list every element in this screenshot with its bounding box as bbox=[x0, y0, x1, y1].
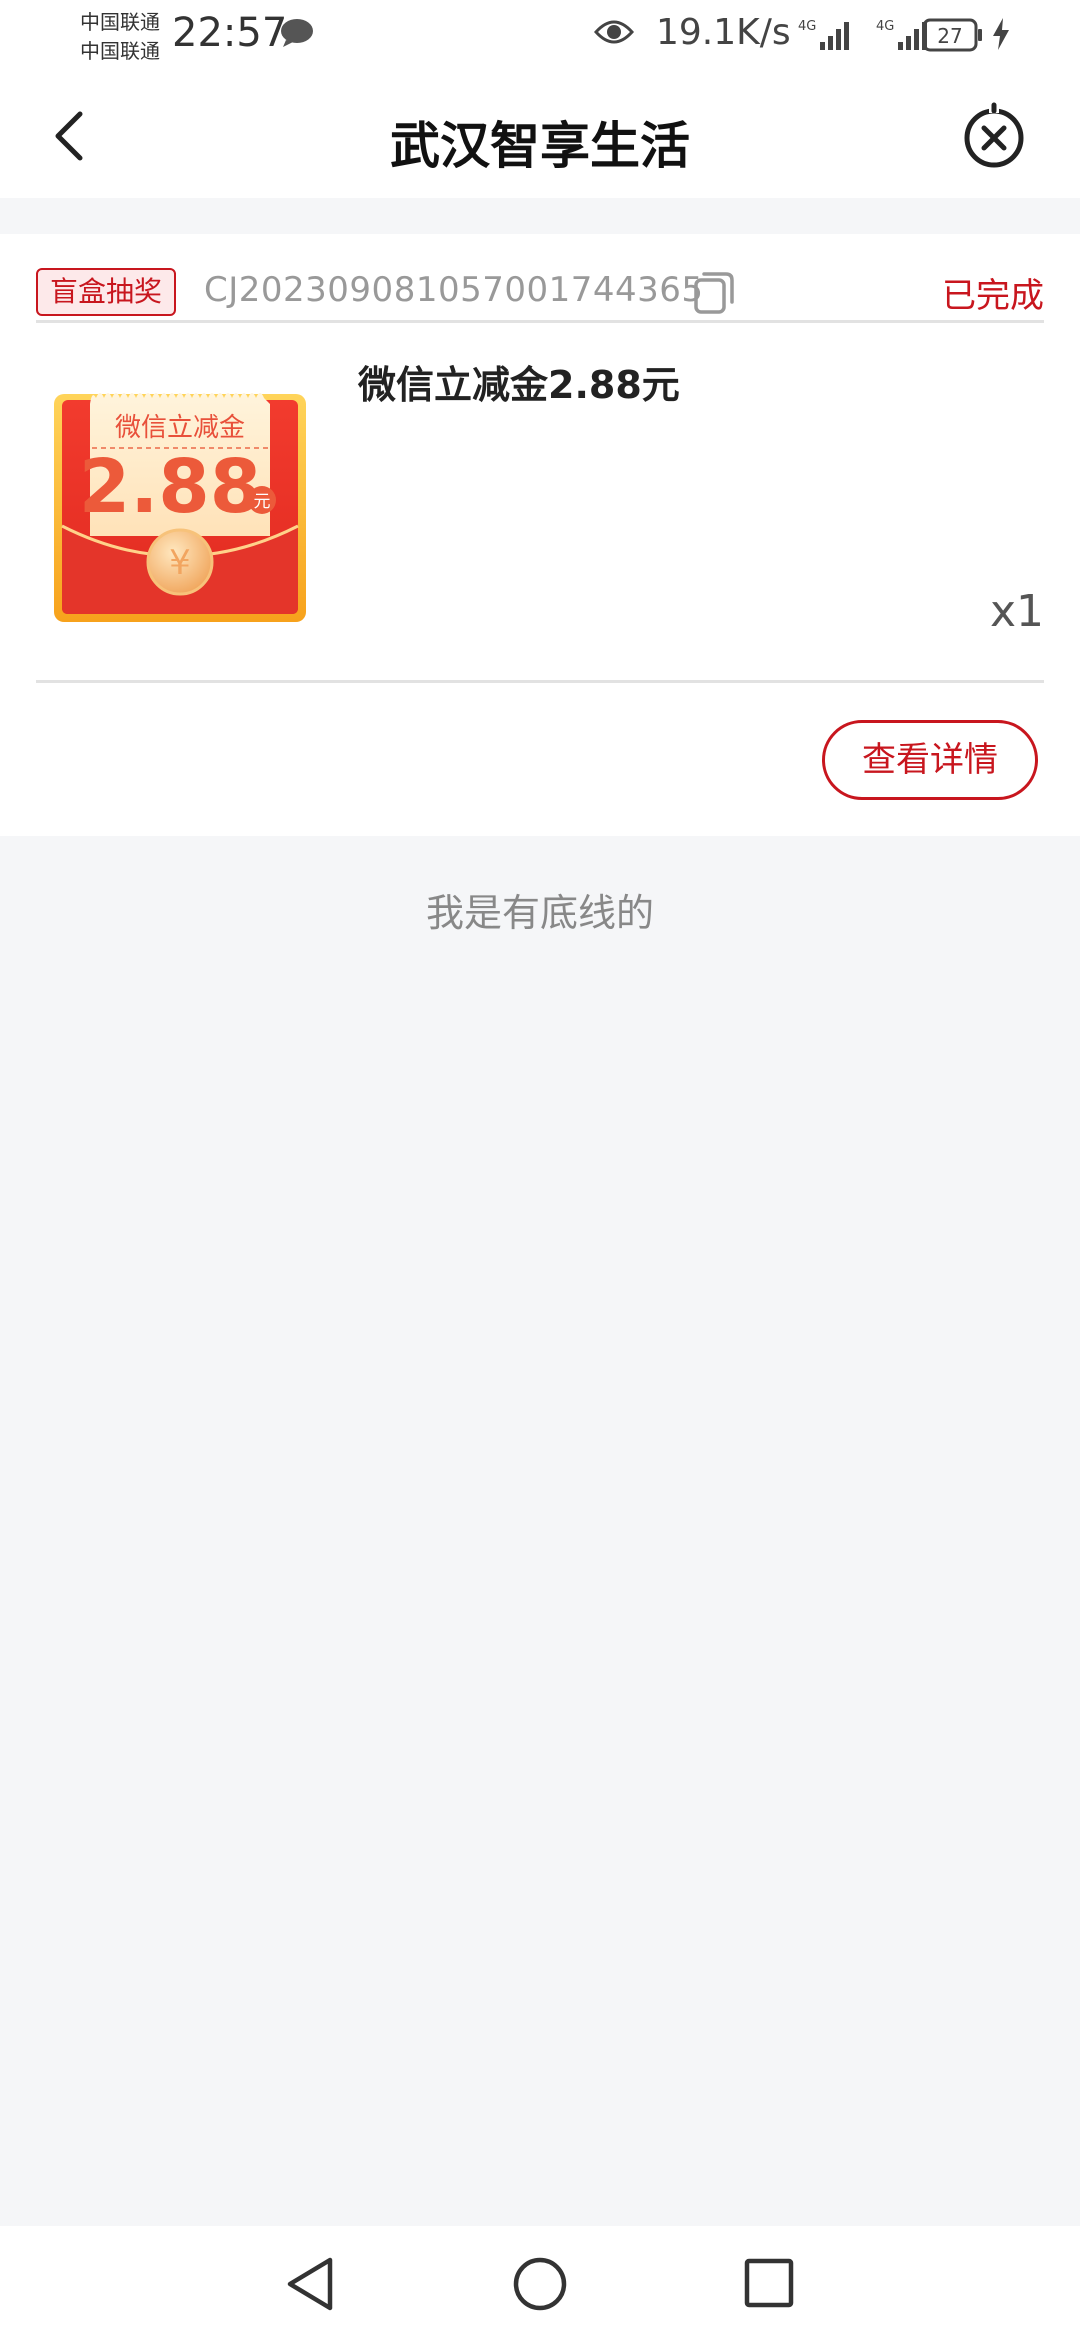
signal-4g-icon: 4G bbox=[798, 19, 849, 50]
thumbnail-label: 微信立减金 bbox=[115, 413, 245, 443]
system-nav-bar bbox=[0, 2226, 1080, 2340]
charging-icon bbox=[993, 18, 1009, 50]
thumbnail-amount: 2.88 bbox=[79, 444, 262, 530]
nav-back-icon[interactable] bbox=[284, 2256, 336, 2312]
prize-quantity: x1 bbox=[989, 586, 1044, 637]
nav-recents-icon[interactable] bbox=[744, 2258, 794, 2308]
message-icon bbox=[281, 19, 313, 47]
clock: 22:57 bbox=[172, 10, 288, 56]
thumbnail-unit: 元 bbox=[254, 492, 271, 512]
copy-icon[interactable] bbox=[692, 270, 736, 314]
thumbnail-currency: ¥ bbox=[169, 543, 191, 583]
order-number: CJ20230908105700174436​5 bbox=[204, 270, 704, 310]
view-details-button[interactable]: 查看详情 bbox=[822, 720, 1038, 800]
order-type-badge: 盲盒抽奖 bbox=[36, 268, 177, 316]
eye-icon bbox=[594, 20, 634, 44]
status-bar: 中国联通 中国联通 22:57 19.1K/s 4G 4G 27 bbox=[0, 0, 1080, 76]
divider bbox=[36, 320, 1044, 323]
svg-text:4G: 4G bbox=[798, 19, 816, 34]
close-circle-icon[interactable] bbox=[960, 102, 1028, 170]
divider bbox=[36, 680, 1044, 683]
carrier-2: 中国联通 bbox=[80, 39, 160, 63]
svg-text:4G: 4G bbox=[876, 19, 894, 34]
battery-indicator: 27 bbox=[922, 18, 984, 56]
prize-title: 微信立减金2.88元 bbox=[358, 363, 680, 407]
carrier-1: 中国联通 bbox=[80, 10, 160, 34]
battery-icon: 27 bbox=[922, 18, 982, 52]
page-title: 武汉智享生活 bbox=[390, 117, 690, 175]
network-speed: 19.1K/s bbox=[656, 12, 791, 53]
prize-thumbnail[interactable]: 微信立减金 2.88 元 ¥ bbox=[52, 376, 308, 624]
end-of-list-text: 我是有底线的 bbox=[425, 891, 654, 935]
order-header: 盲盒抽奖 CJ20230908105700174436​5 已完成 bbox=[36, 250, 1044, 320]
order-status: 已完成 bbox=[942, 276, 1044, 316]
battery-level: 27 bbox=[937, 24, 962, 48]
nav-home-icon[interactable] bbox=[512, 2256, 568, 2312]
carrier-labels: 中国联通 中国联通 bbox=[80, 8, 160, 66]
order-card[interactable]: 盲盒抽奖 CJ20230908105700174436​5 已完成 bbox=[0, 234, 1080, 836]
header-bar: 武汉智享生活 bbox=[0, 76, 1080, 198]
